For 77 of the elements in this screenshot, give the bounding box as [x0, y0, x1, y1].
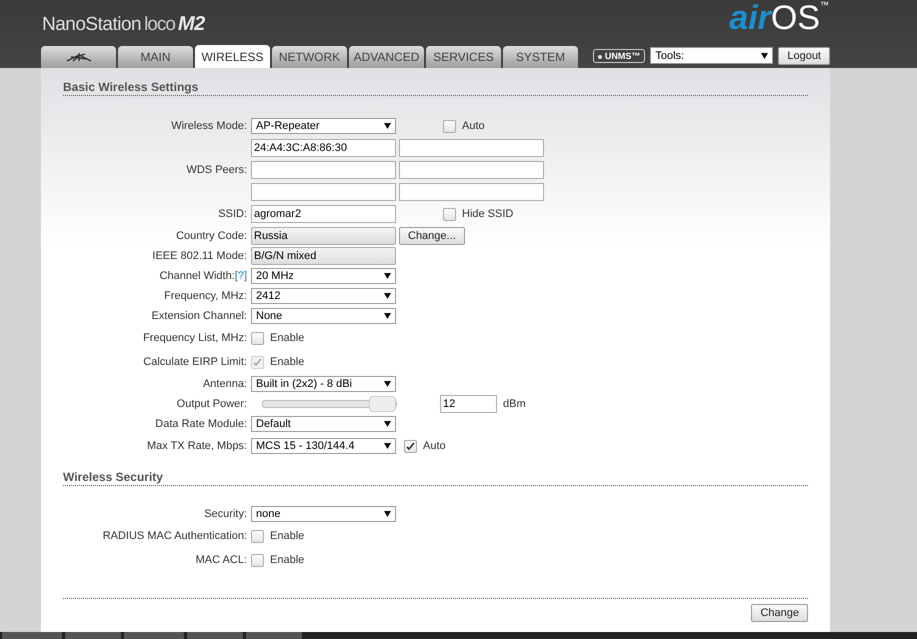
- dropdown[interactable]: Built in (2x2) - 8 dBi: [251, 376, 396, 392]
- caret-icon: [761, 52, 768, 58]
- logo-icon: [66, 52, 92, 62]
- peer-field[interactable]: [251, 183, 396, 201]
- section-title: Wireless Security: [63, 470, 808, 486]
- checkbox-label: Auto: [462, 120, 485, 132]
- field-label: Output Power:: [176, 398, 247, 410]
- unit-label: dBm: [503, 398, 526, 410]
- checkbox-label: Enable: [270, 530, 304, 542]
- checkbox-label: Auto: [423, 440, 446, 452]
- help-link[interactable]: [?]: [234, 270, 247, 282]
- product-logo: NanoStation locoM2: [42, 13, 205, 37]
- field-label: Data Rate Module:: [154, 418, 247, 430]
- checkbox[interactable]: [251, 332, 264, 344]
- dropdown[interactable]: AP-Repeater: [251, 118, 396, 134]
- peer-field[interactable]: [399, 161, 544, 179]
- field-label: Extension Channel:: [150, 310, 247, 322]
- tab[interactable]: SYSTEM: [503, 46, 578, 68]
- field-label: Antenna:: [202, 378, 247, 390]
- field-label: WDS Peers:: [185, 164, 247, 176]
- slider-thumb[interactable]: [369, 396, 396, 412]
- section-title: Basic Wireless Settings: [63, 80, 808, 96]
- field-label: Channel Width:[?]: [158, 270, 247, 282]
- peer-field[interactable]: 24:A4:3C:A8:86:30: [251, 139, 396, 157]
- dropdown[interactable]: None: [251, 308, 396, 324]
- caret-icon: [384, 273, 391, 279]
- tab[interactable]: [41, 46, 116, 68]
- readonly-field: Russia: [251, 227, 396, 245]
- field-label: Calculate EIRP Limit:: [142, 356, 247, 368]
- checkbox-label: Hide SSID: [462, 208, 514, 220]
- dropdown[interactable]: 20 MHz: [251, 268, 396, 284]
- field-label: Wireless Mode:: [170, 120, 247, 132]
- field-label: Max TX Rate, Mbps:: [146, 440, 247, 452]
- peer-field[interactable]: [399, 183, 544, 201]
- field-label: Frequency List, MHz:: [142, 332, 247, 344]
- brand-logo: airOS™: [729, 0, 829, 36]
- tab[interactable]: ADVANCED: [349, 46, 424, 68]
- checkbox-label: Enable: [270, 332, 304, 344]
- dropdown[interactable]: MCS 15 - 130/144.4: [251, 438, 396, 454]
- dropdown[interactable]: none: [251, 506, 396, 522]
- change-button[interactable]: Change: [751, 604, 808, 622]
- field-label: Security:: [203, 508, 247, 520]
- caret-icon: [384, 123, 391, 129]
- tab[interactable]: WIRELESS: [195, 45, 270, 68]
- peer-field[interactable]: [251, 161, 396, 179]
- change-country-button[interactable]: Change...: [399, 227, 465, 245]
- tab[interactable]: SERVICES: [426, 46, 501, 68]
- text-field[interactable]: 12: [440, 395, 497, 413]
- caret-icon: [384, 511, 391, 517]
- checkbox[interactable]: [443, 208, 456, 220]
- tab[interactable]: NETWORK: [272, 46, 347, 68]
- field-label: Country Code:: [175, 230, 247, 242]
- checkbox[interactable]: [251, 530, 264, 542]
- unms-badge[interactable]: UNMS™: [592, 48, 646, 62]
- caret-icon: [384, 421, 391, 427]
- checkbox-label: Enable: [270, 356, 304, 368]
- checkbox-label: Enable: [270, 554, 304, 566]
- text-field[interactable]: agromar2: [251, 205, 396, 223]
- dropdown[interactable]: Default: [251, 416, 396, 432]
- caret-icon: [384, 443, 391, 449]
- readonly-field: B/G/N mixed: [251, 247, 396, 265]
- tab[interactable]: MAIN: [118, 46, 193, 68]
- dropdown[interactable]: 2412: [251, 288, 396, 304]
- checkbox[interactable]: [251, 554, 264, 566]
- field-label: RADIUS MAC Authentication:: [102, 530, 247, 542]
- field-label: MAC ACL:: [194, 554, 247, 566]
- field-label: SSID:: [217, 208, 247, 220]
- field-label: IEEE 802.11 Mode:: [151, 250, 247, 262]
- checkbox[interactable]: [443, 120, 456, 132]
- logout-button[interactable]: Logout: [778, 46, 830, 64]
- caret-icon: [384, 293, 391, 299]
- caret-icon: [384, 381, 391, 387]
- checkbox[interactable]: [404, 440, 417, 452]
- tools-dropdown[interactable]: Tools:: [650, 47, 774, 64]
- field-label: Frequency, MHz:: [163, 290, 247, 302]
- caret-icon: [384, 313, 391, 319]
- peer-field[interactable]: [399, 139, 544, 157]
